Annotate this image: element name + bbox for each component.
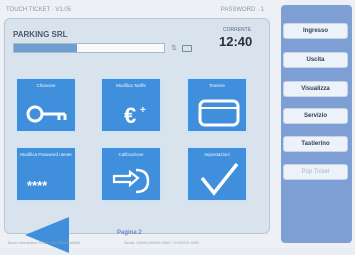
svg-text:€: € — [124, 103, 136, 128]
page-title: PARKING SRL — [13, 30, 68, 39]
main-panel: PARKING SRL ⇅ CORRENTE 12:40 Chiavone Mo… — [4, 18, 270, 253]
svg-text:****: **** — [27, 178, 48, 193]
menu-pop-ticket-button: Pop Ticket — [283, 164, 348, 180]
tile-modifica-password[interactable]: Modifica Password utente **** — [15, 146, 77, 202]
login-status: PASSWORD · 1 — [220, 7, 264, 13]
app-window: TOUCH TICKET · V1.05 PASSWORD · 1 PARKIN… — [0, 0, 355, 253]
menu-servizio-button[interactable]: Servizio — [283, 108, 348, 124]
progress-bar — [13, 43, 165, 53]
top-status-bar: TOUCH TICKET · V1.05 PASSWORD · 1 — [4, 5, 268, 17]
page-indicator: Pagina 2 — [117, 230, 142, 236]
clock-time: 12:40 — [219, 34, 253, 49]
svg-text:+: + — [140, 105, 146, 116]
menu-visualizza-button[interactable]: Visualizza — [283, 81, 348, 97]
side-menu: Ingresso Uscita Visualizza Servizio Tast… — [281, 5, 352, 243]
footer-serial: Serial: 00000-00000-0000 / CODICE 0001 — [124, 240, 200, 245]
checkmark-icon — [200, 162, 239, 196]
euro-plus-icon: € + — [124, 103, 146, 128]
tile-modifica-tariffe[interactable]: Modifica Tariffe € + — [100, 77, 162, 133]
key-icon — [26, 105, 67, 123]
software-version: TOUCH TICKET · V1.05 — [6, 7, 72, 13]
progress-fill — [14, 44, 77, 52]
tile-calibrazione[interactable]: Calibrazione — [100, 146, 162, 202]
menu-tastierino-button[interactable]: Tastierino — [283, 136, 348, 152]
footer-contact: Touch Interactive KC01 / Tel 0804848484 — [7, 240, 81, 245]
sync-icon: ⇅ — [171, 45, 177, 52]
tile-tessere[interactable]: Tessere — [186, 77, 248, 133]
battery-icon — [182, 45, 192, 52]
clock-label: CORRENTE — [223, 27, 252, 33]
tile-impostazioni[interactable]: Impostazioni — [186, 146, 248, 202]
footer-bar: Touch Interactive KC01 / Tel 0804848484 … — [4, 238, 268, 248]
menu-uscita-button[interactable]: Uscita — [283, 52, 348, 68]
back-arrow-icon[interactable] — [21, 215, 73, 255]
password-icon: **** — [27, 178, 48, 193]
tile-chiavone[interactable]: Chiavone — [15, 77, 77, 133]
menu-ingresso-button[interactable]: Ingresso — [283, 23, 348, 39]
card-icon — [198, 99, 240, 127]
calibration-hand-icon — [112, 168, 150, 194]
